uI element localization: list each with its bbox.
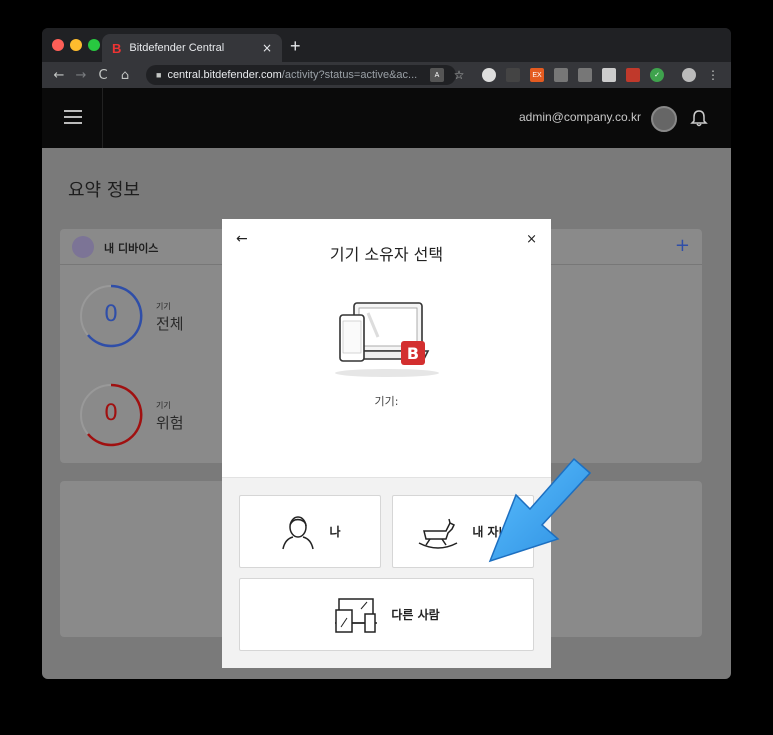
page-content: admin@company.co.kr 요약 정보 내 디바이스 + 0 기기 … <box>42 88 731 679</box>
risk-devices-count: 0 <box>104 401 118 426</box>
home-button[interactable]: ⌂ <box>114 68 136 83</box>
tab-title: Bitdefender Central <box>129 42 225 54</box>
user-email[interactable]: admin@company.co.kr <box>519 110 641 124</box>
pointer-arrow-icon <box>488 457 592 563</box>
browser-tab[interactable]: B Bitdefender Central × <box>102 34 282 62</box>
person-icon <box>282 515 315 549</box>
profile-avatar-icon[interactable] <box>682 68 696 82</box>
extension-icon-3[interactable]: EX <box>530 68 544 82</box>
bitdefender-badge: B <box>407 344 419 363</box>
back-button[interactable]: ← <box>48 68 70 83</box>
extension-icon-7[interactable] <box>626 68 640 82</box>
check-extension-icon[interactable]: ✓ <box>650 68 664 82</box>
risk-devices-label: 위험 <box>156 414 184 432</box>
maximize-window-button[interactable] <box>88 39 100 51</box>
extension-icon-6[interactable] <box>602 68 616 82</box>
multi-device-icon <box>335 597 378 633</box>
page-title: 요약 정보 <box>68 180 140 201</box>
lock-icon: ■ <box>156 70 162 80</box>
browser-toolbar: ← → C ⌂ ■ central.bitdefender.com/activi… <box>42 62 731 88</box>
total-devices-unit: 기기 <box>156 302 171 311</box>
forward-button[interactable]: → <box>70 68 92 83</box>
address-bar[interactable]: ■ central.bitdefender.com/activity?statu… <box>146 65 456 85</box>
owner-other-button[interactable]: 다른 사람 <box>239 578 534 651</box>
owner-other-label: 다른 사람 <box>391 608 440 622</box>
url-path: /activity?status=active&ac... <box>281 69 418 81</box>
reload-button[interactable]: C <box>92 68 114 83</box>
owner-me-label: 나 <box>329 525 341 539</box>
extension-icon-2[interactable] <box>506 68 520 82</box>
add-device-button[interactable]: + <box>675 235 690 256</box>
notification-bell-icon[interactable] <box>689 108 709 128</box>
url-host: central.bitdefender.com <box>167 69 282 81</box>
extension-icon-1[interactable] <box>482 68 496 82</box>
user-avatar-icon[interactable] <box>651 106 677 132</box>
tab-close-icon[interactable]: × <box>262 41 272 55</box>
extension-icon-4[interactable] <box>554 68 568 82</box>
devices-illustration-icon: B <box>335 302 439 377</box>
close-window-button[interactable] <box>52 39 64 51</box>
risk-devices-unit: 기기 <box>156 401 171 410</box>
card-title: 내 디바이스 <box>104 242 159 255</box>
devices-icon <box>72 236 94 258</box>
header-divider <box>102 88 103 148</box>
bookmark-star-icon[interactable]: ☆ <box>452 68 466 82</box>
browser-menu-icon[interactable]: ⋮ <box>706 68 720 82</box>
minimize-window-button[interactable] <box>70 39 82 51</box>
extension-icon-5[interactable] <box>578 68 592 82</box>
translate-icon[interactable]: A <box>430 68 444 82</box>
device-owner-modal: ← × 기기 소유자 선택 B 기기: 나 내 자녀 다른 사람 <box>222 219 551 668</box>
total-devices-count: 0 <box>104 302 118 327</box>
hamburger-menu-icon[interactable] <box>64 110 82 124</box>
owner-me-button[interactable]: 나 <box>239 495 381 568</box>
bitdefender-favicon-icon: B <box>112 40 122 56</box>
app-header: admin@company.co.kr <box>42 88 731 148</box>
rocking-horse-icon <box>418 518 458 549</box>
tab-bar: B Bitdefender Central × + <box>42 28 731 62</box>
device-name-label: 기기: <box>374 395 399 408</box>
browser-window: B Bitdefender Central × + ← → C ⌂ ■ cent… <box>42 28 731 679</box>
total-devices-label: 전체 <box>156 315 184 333</box>
new-tab-button[interactable]: + <box>290 36 301 57</box>
modal-title: 기기 소유자 선택 <box>329 245 444 264</box>
